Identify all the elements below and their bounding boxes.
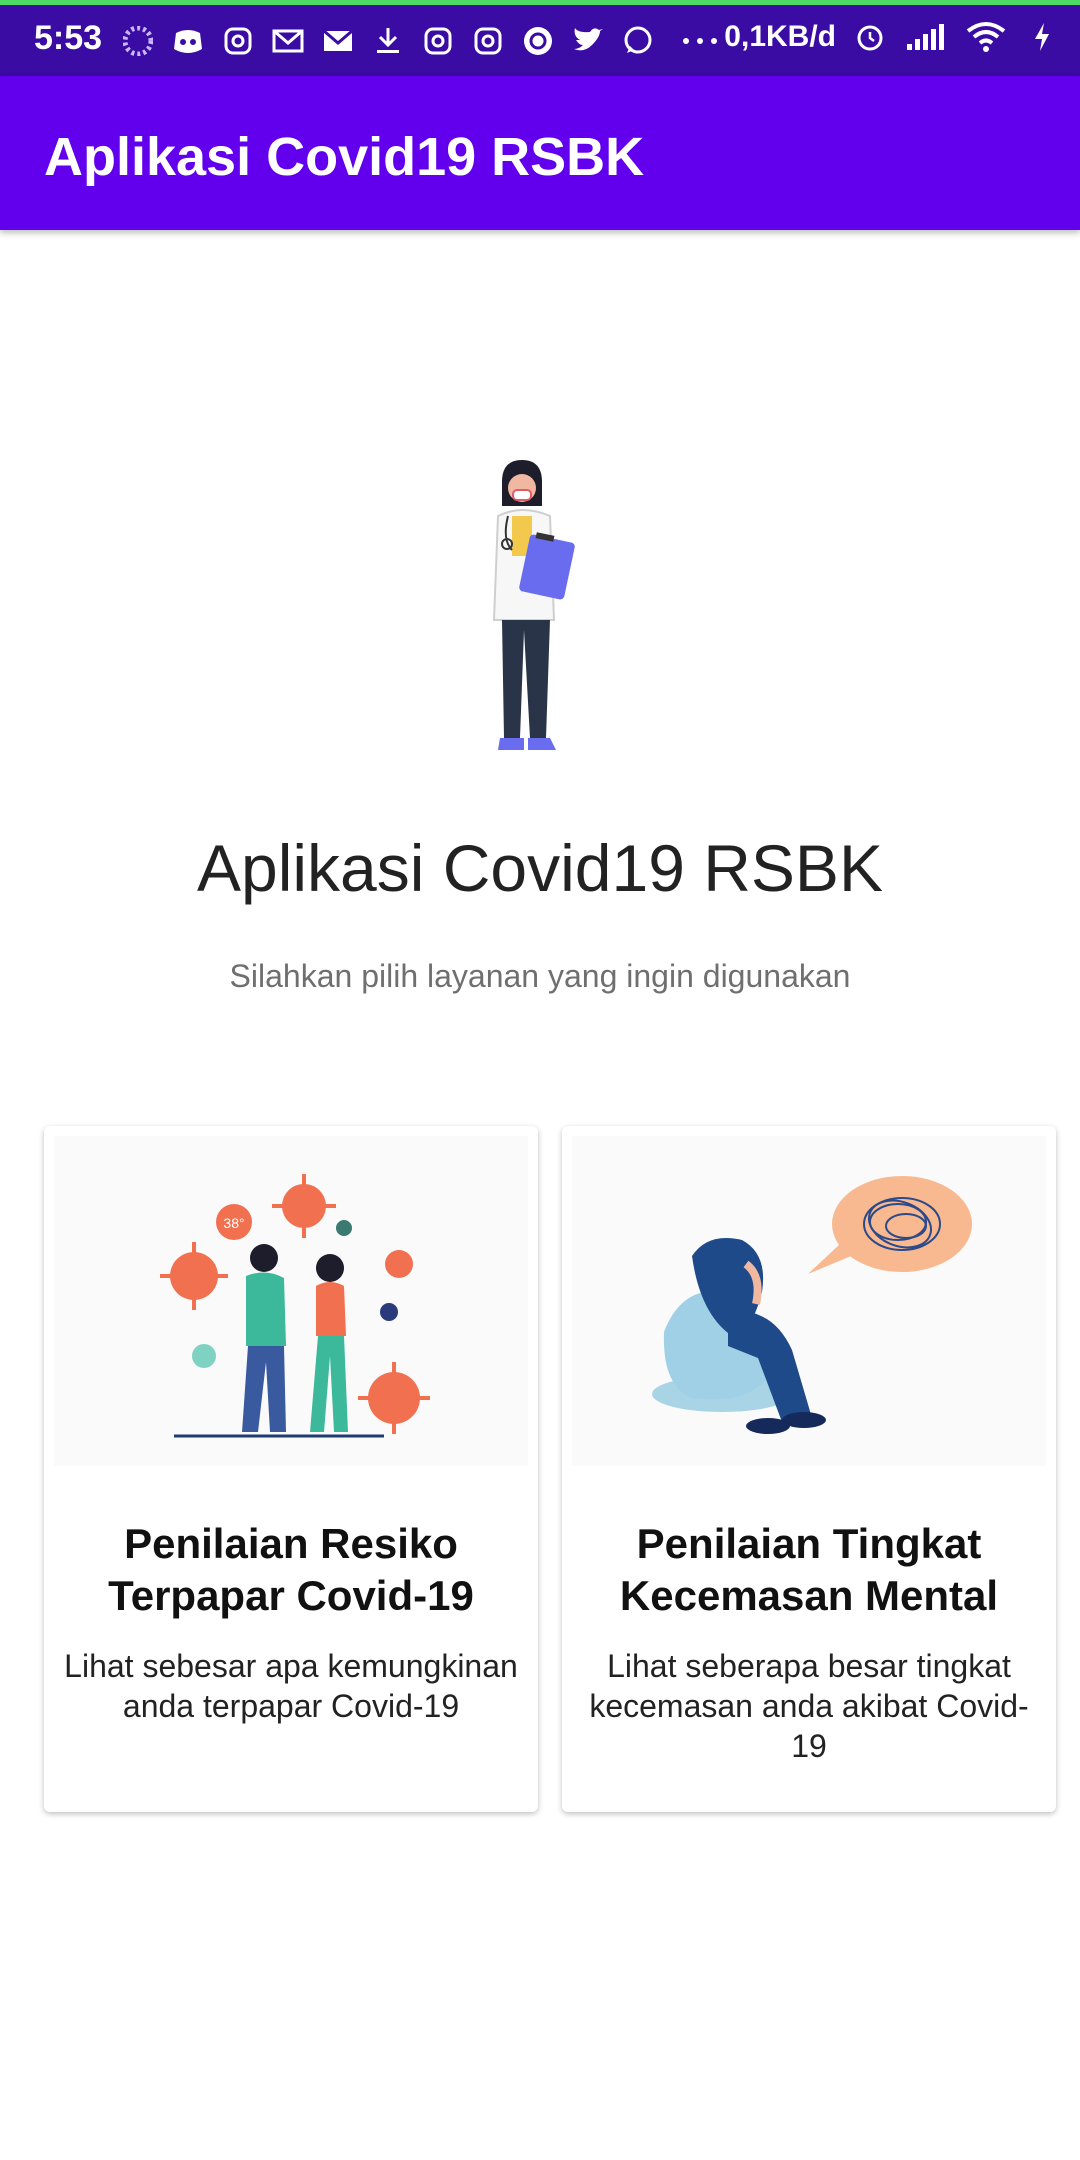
- temperature-badge: 38°: [223, 1215, 244, 1231]
- page-title: Aplikasi Covid19 RSBK: [197, 831, 883, 905]
- network-speed: 0,1KB/d: [724, 20, 836, 53]
- card-description: Lihat sebesar apa kemungkinan anda terpa…: [64, 1648, 518, 1724]
- alarm-icon: [852, 19, 888, 55]
- instagram-icon: [420, 23, 456, 59]
- page-subtitle: Silahkan pilih layanan yang ingin diguna…: [229, 958, 851, 994]
- instagram-icon: [470, 23, 506, 59]
- whatsapp-icon: [620, 23, 656, 59]
- card-title: Penilaian Tingkat Kecemasan Mental: [619, 1520, 999, 1619]
- gmail-icon: [320, 23, 356, 59]
- more-dots-icon: [670, 23, 730, 59]
- card-description: Lihat seberapa besar tingkat kecemasan a…: [589, 1648, 1029, 1764]
- status-bar: 5:53 0,1KB/d: [0, 0, 1080, 76]
- charging-icon: [1024, 19, 1060, 55]
- card-title: Penilaian Resiko Terpapar Covid-19: [108, 1520, 474, 1619]
- status-time: 5:53: [34, 19, 103, 57]
- status-right: 0,1KB/d: [724, 19, 1060, 55]
- wifi-icon: [964, 19, 1008, 55]
- twitter-icon: [570, 23, 606, 59]
- loader-icon: [120, 23, 156, 59]
- app-bar-title: Aplikasi Covid19 RSBK: [44, 127, 645, 187]
- doctor-illustration: [480, 460, 600, 770]
- download-icon: [370, 23, 406, 59]
- notification-icons: [120, 23, 730, 59]
- sync-icon: [520, 23, 556, 59]
- anxiety-illustration: [572, 1136, 1046, 1466]
- instagram-icon: [220, 23, 256, 59]
- mental-anxiety-card[interactable]: Penilaian Tingkat Kecemasan Mental Lihat…: [562, 1126, 1056, 1812]
- virus-exposure-illustration: 38°: [54, 1136, 528, 1466]
- covid-risk-card[interactable]: 38° Penilaian Resiko Terpapar Covid-19 L…: [44, 1126, 538, 1812]
- gmail-icon: [270, 23, 306, 59]
- app-bar: Aplikasi Covid19 RSBK: [0, 76, 1080, 230]
- discord-icon: [170, 23, 206, 59]
- signal-icon: [904, 19, 948, 55]
